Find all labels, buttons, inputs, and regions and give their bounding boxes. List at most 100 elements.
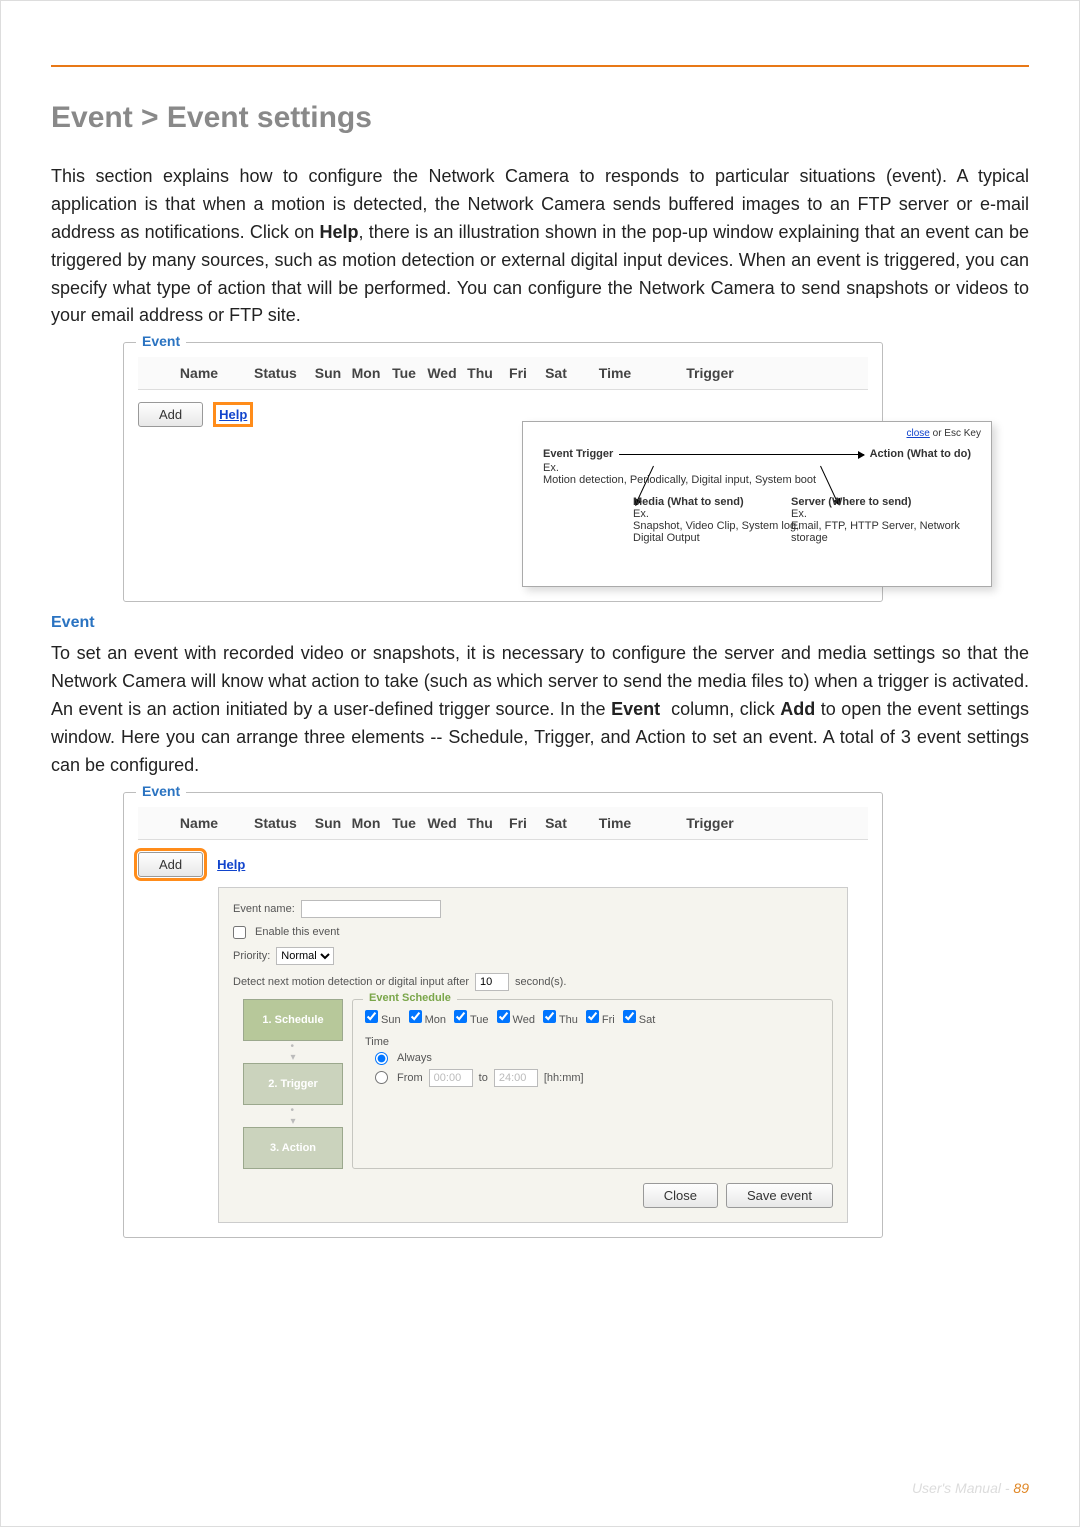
steps-column: 1. Schedule •▾ 2. Trigger •▾ 3. Action (233, 999, 353, 1169)
col-trigger: Trigger (655, 815, 765, 831)
section-label-event: Event (51, 614, 1029, 632)
day-sat[interactable]: Sat (623, 1010, 656, 1026)
step-schedule[interactable]: 1. Schedule (243, 999, 343, 1041)
help-link-2[interactable]: Help (217, 857, 245, 872)
event-trigger-ex-text: Motion detection, Periodically, Digital … (543, 474, 816, 486)
step-connector-1: •▾ (290, 1041, 295, 1063)
brand-header: VIVOTEK (51, 41, 1029, 67)
media-ex-text: Snapshot, Video Clip, System log, Digita… (633, 520, 799, 544)
col-tue: Tue (385, 365, 423, 381)
col-name: Name (144, 365, 254, 381)
day-wed-label: Wed (513, 1014, 535, 1026)
detect-pre-label: Detect next motion detection or digital … (233, 976, 469, 988)
day-mon-checkbox[interactable] (409, 1010, 422, 1023)
time-label: Time (365, 1036, 820, 1048)
col-thu: Thu (461, 815, 499, 831)
help-esc-text: or Esc Key (930, 428, 981, 439)
col-sat: Sat (537, 365, 575, 381)
detect-seconds-input[interactable] (475, 973, 509, 991)
always-label: Always (397, 1052, 432, 1064)
col-status: Status (254, 815, 309, 831)
detect-post-label: second(s). (515, 976, 566, 988)
event-schedule-legend: Event Schedule (363, 992, 457, 1004)
add-button-2[interactable]: Add (138, 852, 203, 877)
to-input (494, 1069, 538, 1087)
day-sun-checkbox[interactable] (365, 1010, 378, 1023)
day-fri-label: Fri (602, 1014, 615, 1026)
add-button-1[interactable]: Add (138, 402, 203, 427)
server-ex-label: Ex. (791, 508, 807, 520)
event-settings-dialog: Event name: Enable this event Priority: … (218, 887, 848, 1223)
day-tue-label: Tue (470, 1014, 489, 1026)
from-label: From (397, 1072, 423, 1084)
server-ex-text: Email, FTP, HTTP Server, Network storage (791, 520, 960, 544)
server-title: Server (Where to send) (791, 496, 911, 508)
step-action[interactable]: 3. Action (243, 1127, 343, 1169)
day-sat-label: Sat (639, 1014, 656, 1026)
event-trigger-title: Event Trigger (543, 448, 613, 460)
priority-label: Priority: (233, 950, 270, 962)
priority-select[interactable]: Normal (276, 947, 334, 965)
enable-event-checkbox[interactable] (233, 926, 246, 939)
col-time: Time (575, 365, 655, 381)
help-close-link[interactable]: close (907, 428, 930, 439)
event-trigger-ex: Ex. Motion detection, Periodically, Digi… (543, 462, 971, 486)
help-popup: close or Esc Key Event Trigger Action (W… (522, 421, 992, 587)
action-title: Action (What to do) (870, 448, 971, 460)
para2-bold-event: Event (611, 699, 660, 719)
close-button[interactable]: Close (643, 1183, 718, 1208)
footer-manual-label: User's Manual - (912, 1480, 1013, 1496)
page-title: Event > Event settings (51, 101, 1029, 135)
from-radio[interactable] (375, 1071, 388, 1084)
day-tue[interactable]: Tue (454, 1010, 489, 1026)
event-name-input[interactable] (301, 900, 441, 918)
day-fri[interactable]: Fri (586, 1010, 615, 1026)
media-title: Media (What to send) (633, 496, 744, 508)
day-sun-label: Sun (381, 1014, 401, 1026)
col-wed: Wed (423, 365, 461, 381)
day-sat-checkbox[interactable] (623, 1010, 636, 1023)
step-connector-2: •▾ (290, 1105, 295, 1127)
day-mon[interactable]: Mon (409, 1010, 446, 1026)
event-schedule-box: Event Schedule Sun Mon Tue Wed Thu Fri S… (352, 999, 833, 1169)
help-link-1[interactable]: Help (217, 406, 249, 423)
enable-event-label: Enable this event (255, 926, 339, 938)
always-radio[interactable] (375, 1052, 388, 1065)
day-sun[interactable]: Sun (365, 1010, 401, 1026)
day-mon-label: Mon (425, 1014, 446, 1026)
paragraph-2: To set an event with recorded video or s… (51, 640, 1029, 779)
day-wed[interactable]: Wed (497, 1010, 535, 1026)
col-sat: Sat (537, 815, 575, 831)
para2-bold-add: Add (780, 699, 815, 719)
col-fri: Fri (499, 365, 537, 381)
col-sun: Sun (309, 365, 347, 381)
media-ex-label: Ex. (633, 508, 649, 520)
event-trigger-ex-label: Ex. (543, 462, 559, 474)
col-sun: Sun (309, 815, 347, 831)
day-thu[interactable]: Thu (543, 1010, 578, 1026)
col-tue: Tue (385, 815, 423, 831)
page-footer: User's Manual - 89 (912, 1480, 1029, 1496)
col-trigger: Trigger (655, 365, 765, 381)
col-fri: Fri (499, 815, 537, 831)
col-status: Status (254, 365, 309, 381)
hhmm-label: [hh:mm] (544, 1072, 584, 1084)
day-thu-checkbox[interactable] (543, 1010, 556, 1023)
col-wed: Wed (423, 815, 461, 831)
panel1-legend: Event (136, 333, 186, 349)
col-time: Time (575, 815, 655, 831)
intro-paragraph: This section explains how to configure t… (51, 163, 1029, 330)
save-event-button[interactable]: Save event (726, 1183, 833, 1208)
to-label: to (479, 1072, 488, 1084)
figure-event-panel-1: Event Name Status Sun Mon Tue Wed Thu Fr… (123, 342, 1029, 602)
arrow-icon (619, 454, 863, 455)
panel2-legend: Event (136, 783, 186, 799)
col-name: Name (144, 815, 254, 831)
day-tue-checkbox[interactable] (454, 1010, 467, 1023)
day-fri-checkbox[interactable] (586, 1010, 599, 1023)
col-mon: Mon (347, 365, 385, 381)
step-trigger[interactable]: 2. Trigger (243, 1063, 343, 1105)
figure-event-panel-2: Event Name Status Sun Mon Tue Wed Thu Fr… (123, 792, 1029, 1238)
event-table-header-2: Name Status Sun Mon Tue Wed Thu Fri Sat … (138, 807, 868, 840)
day-wed-checkbox[interactable] (497, 1010, 510, 1023)
